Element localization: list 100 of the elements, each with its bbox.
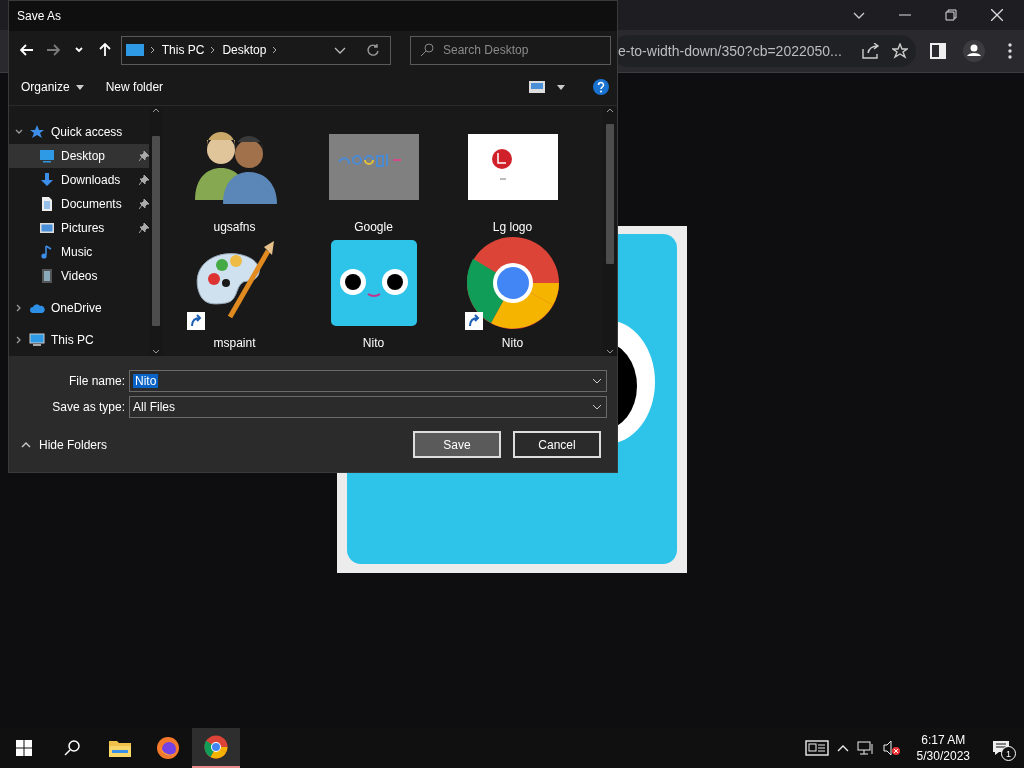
clock-date[interactable]: 5/30/2023 — [916, 748, 970, 764]
tree-item[interactable]: OneDrive — [9, 296, 149, 320]
clock-time[interactable]: 6:17 AM — [921, 732, 966, 748]
side-panel-icon — [930, 43, 946, 59]
tree-item[interactable]: Downloads — [9, 168, 149, 192]
tree-item-label: Downloads — [61, 173, 122, 187]
file-item[interactable]: Google — [304, 120, 443, 236]
chevron-right-icon — [149, 46, 156, 54]
refresh-icon[interactable] — [366, 43, 380, 57]
dialog-button[interactable]: Cancel — [513, 431, 601, 458]
file-item[interactable]: mspaint — [165, 236, 304, 352]
star-icon — [29, 124, 45, 140]
dialog-button[interactable]: Save — [413, 431, 501, 458]
caret-icon[interactable] — [557, 84, 565, 90]
file-name-field[interactable]: Nito — [129, 370, 607, 392]
caret-icon — [75, 84, 84, 90]
tree-item[interactable]: Music — [9, 240, 149, 264]
windows-logo-icon — [16, 740, 32, 756]
star-icon[interactable] — [892, 43, 908, 59]
monitor-icon — [125, 43, 144, 57]
file-name: Nito — [501, 336, 524, 350]
scrollbar[interactable] — [149, 106, 163, 356]
hide-folders-button[interactable]: Hide Folders — [21, 437, 108, 452]
fox-globe-icon — [156, 736, 180, 760]
breadcrumb-item[interactable]: Desktop — [222, 43, 267, 57]
taskbar-app-button[interactable] — [192, 728, 240, 768]
down-arrow-icon — [39, 172, 55, 188]
help-icon[interactable] — [593, 79, 609, 95]
chevron-right-icon[interactable] — [15, 304, 23, 312]
chevron-down-icon — [74, 47, 83, 53]
search-field[interactable]: Search Desktop — [410, 35, 611, 65]
document-icon — [39, 196, 55, 212]
tree-item-label: Documents — [61, 197, 123, 211]
tree-item[interactable]: This PC — [9, 328, 149, 352]
tree-item[interactable]: Quick access — [9, 120, 149, 144]
tree-item-label: Music — [61, 245, 94, 259]
close-icon — [991, 9, 1003, 21]
file-name: Lg logo — [492, 220, 533, 234]
restore-icon — [945, 9, 957, 21]
chevron-right-icon — [210, 46, 217, 54]
chevron-right-icon — [272, 46, 279, 54]
speaker-muted-icon[interactable] — [882, 740, 901, 756]
forward-arrow-icon — [45, 44, 60, 56]
chrome-logo-icon — [464, 235, 561, 331]
person-icon — [963, 40, 985, 62]
chevron-down-icon — [592, 378, 602, 384]
chrome-logo-icon — [204, 735, 228, 759]
dialog-title: Save As — [17, 9, 62, 23]
network-icon[interactable] — [856, 740, 875, 756]
picture-icon — [39, 220, 55, 236]
file-item[interactable]: Nito — [443, 236, 582, 352]
field-label: File name: — [67, 374, 126, 388]
chevron-up-icon[interactable] — [606, 108, 614, 113]
notification-count: 1 — [1001, 746, 1016, 761]
tree-item-label: Desktop — [61, 149, 107, 163]
file-type-dropdown[interactable]: All Files — [129, 396, 607, 418]
file-item[interactable]: Nito — [304, 236, 443, 352]
tree-item-label: Pictures — [61, 221, 106, 235]
notifications-button[interactable]: 1 — [986, 733, 1016, 763]
search-icon — [64, 740, 80, 756]
tree-item[interactable]: Videos — [9, 264, 149, 288]
file-item[interactable]: Lg logo — [443, 120, 582, 236]
more-vertical-icon — [1008, 43, 1012, 59]
film-icon — [39, 268, 55, 284]
tree-item-label: This PC — [51, 333, 95, 347]
toolbar-button[interactable]: Organize — [17, 76, 88, 98]
file-name: Nito — [362, 336, 385, 350]
chevron-down-icon[interactable] — [15, 128, 23, 136]
toolbar-button[interactable]: New folder — [101, 76, 168, 98]
up-arrow-icon — [98, 43, 111, 57]
field-label: Save as type: — [51, 400, 126, 414]
file-item[interactable]: ugsafns — [165, 120, 304, 236]
tree-item[interactable]: Desktop — [9, 144, 149, 168]
chevron-right-icon[interactable] — [15, 336, 23, 344]
tree-item[interactable]: Documents — [9, 192, 149, 216]
url-text: e-to-width-down/350?cb=2022050... — [618, 43, 843, 59]
chevron-down-icon — [592, 404, 602, 410]
chevron-down-icon[interactable] — [152, 349, 160, 354]
tree-item[interactable]: Pictures — [9, 216, 149, 240]
search-icon — [420, 42, 434, 57]
file-name: mspaint — [213, 336, 256, 350]
minimize-icon — [899, 14, 911, 16]
computer-icon — [29, 332, 45, 348]
tree-item-label: Videos — [61, 269, 99, 283]
news-icon[interactable] — [804, 740, 829, 756]
file-name: Google — [354, 220, 393, 234]
tree-item-label: OneDrive — [51, 301, 103, 315]
breadcrumb-bar[interactable]: This PC Desktop — [120, 35, 391, 65]
tree-item-label: Quick access — [51, 125, 124, 139]
back-arrow-icon — [19, 44, 34, 56]
chevron-up-icon[interactable] — [152, 108, 160, 113]
chevron-down-icon[interactable] — [334, 46, 346, 54]
chevron-down-icon — [853, 11, 865, 19]
breadcrumb-item[interactable]: This PC — [161, 43, 205, 57]
scrollbar[interactable] — [603, 106, 617, 356]
profile-button[interactable] — [960, 37, 988, 65]
monitor-icon — [39, 148, 55, 164]
share-icon[interactable] — [862, 43, 880, 59]
folder-icon — [108, 738, 132, 758]
chevron-down-icon[interactable] — [606, 349, 614, 354]
